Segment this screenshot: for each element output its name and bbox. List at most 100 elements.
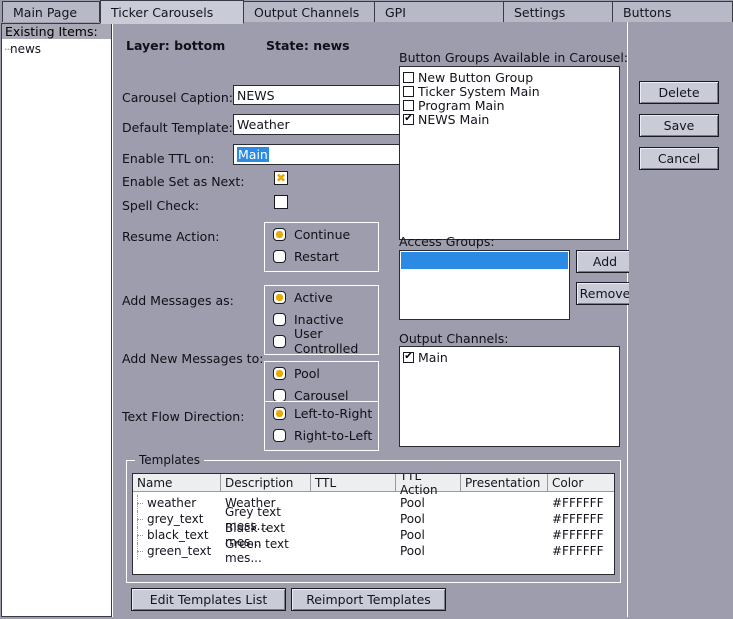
radio-icon bbox=[273, 290, 286, 304]
check-mark-icon: ✔ bbox=[404, 113, 413, 124]
templates-legend: Templates bbox=[135, 453, 205, 467]
list-item[interactable]: ··· news bbox=[2, 39, 111, 56]
radio-option-user-controlled[interactable]: User Controlled bbox=[265, 326, 378, 356]
checkbox-icon[interactable] bbox=[403, 71, 414, 83]
cell-name: grey_text bbox=[133, 511, 221, 527]
tab-label: Ticker Carousels bbox=[111, 4, 214, 20]
save-button[interactable]: Save bbox=[639, 114, 719, 137]
list-item[interactable]: New Button Group bbox=[400, 69, 619, 85]
cell-ttl-action: Pool bbox=[400, 528, 425, 542]
add-messages-as-radio-group: Active Inactive User Controlled bbox=[264, 285, 379, 356]
action-button-column: Delete Save Cancel bbox=[629, 22, 733, 617]
radio-option-right-to-left[interactable]: Right-to-Left bbox=[265, 424, 378, 446]
radio-icon bbox=[273, 312, 286, 326]
access-groups-label: Access Groups: bbox=[399, 234, 495, 249]
radio-icon bbox=[273, 249, 286, 263]
existing-items-title: Existing Items: bbox=[1, 23, 112, 40]
remove-button[interactable]: Remove bbox=[576, 282, 634, 305]
cell-ttl bbox=[311, 511, 396, 527]
cell-ttl bbox=[311, 527, 396, 543]
resume-action-label: Resume Action: bbox=[122, 229, 220, 244]
reimport-templates-button[interactable]: Reimport Templates bbox=[291, 588, 446, 611]
table-row[interactable]: green_text Green text mes... Pool #FFFFF… bbox=[133, 537, 614, 565]
access-groups-list[interactable] bbox=[399, 250, 570, 320]
button-groups-label: Button Groups Available in Carousel: bbox=[399, 50, 629, 65]
add-new-messages-to-label: Add New Messages to: bbox=[122, 351, 264, 366]
table-row[interactable]: weather Weather Pool #FFFFFF bbox=[133, 495, 614, 511]
radio-label: Right-to-Left bbox=[294, 427, 373, 443]
tab-label: Buttons bbox=[623, 4, 672, 20]
radio-label: Active bbox=[294, 289, 333, 305]
radio-icon bbox=[273, 428, 286, 442]
selected-row-highlight[interactable] bbox=[401, 252, 568, 269]
delete-button-label: Delete bbox=[658, 85, 700, 100]
tab-settings[interactable]: Settings bbox=[503, 1, 613, 22]
default-template-value: Weather bbox=[237, 117, 290, 132]
enable-ttl-value: Main bbox=[237, 147, 269, 162]
remove-button-label: Remove bbox=[579, 286, 631, 301]
tab-label: Output Channels bbox=[254, 4, 360, 20]
tree-branch-icon: ··· bbox=[4, 43, 12, 56]
checkbox-icon[interactable] bbox=[403, 99, 414, 111]
tab-gpi[interactable]: GPI bbox=[374, 1, 504, 22]
list-item[interactable]: ✔ Main bbox=[400, 349, 619, 365]
tab-output-channels[interactable]: Output Channels bbox=[243, 1, 375, 22]
radio-option-restart[interactable]: Restart bbox=[265, 245, 378, 267]
tab-label: Settings bbox=[514, 4, 566, 20]
add-button[interactable]: Add bbox=[576, 250, 634, 273]
layer-label: Layer: bottom bbox=[126, 38, 226, 53]
edit-templates-list-button[interactable]: Edit Templates List bbox=[131, 588, 286, 611]
cell-name: weather bbox=[133, 495, 221, 511]
radio-option-active[interactable]: Active bbox=[265, 286, 378, 308]
tab-main-page[interactable]: Main Page bbox=[2, 1, 100, 22]
list-item[interactable]: Program Main bbox=[400, 97, 619, 113]
enable-set-as-next-checkbox[interactable]: ✖ bbox=[274, 171, 288, 185]
add-button-label: Add bbox=[592, 254, 618, 269]
output-channels-list[interactable]: ✔ Main bbox=[399, 346, 620, 447]
table-row[interactable]: grey_text Grey text mess... Pool #FFFFFF bbox=[133, 505, 614, 533]
radio-label: User Controlled bbox=[294, 326, 359, 356]
tab-bar: Main Page Ticker Carousels Output Channe… bbox=[0, 0, 733, 24]
spell-check-label: Spell Check: bbox=[122, 198, 200, 213]
cell-ttl-action: Pool bbox=[400, 544, 425, 558]
radio-label: Restart bbox=[294, 248, 339, 264]
list-item[interactable]: Ticker System Main bbox=[400, 83, 619, 99]
radio-option-left-to-right[interactable]: Left-to-Right bbox=[265, 402, 378, 424]
list-item-label: Program Main bbox=[418, 97, 505, 113]
cell-presentation bbox=[461, 543, 548, 559]
existing-items-list[interactable]: ··· news bbox=[1, 39, 112, 617]
checkbox-icon[interactable]: ✔ bbox=[403, 113, 414, 125]
delete-button[interactable]: Delete bbox=[639, 81, 719, 104]
checkbox-icon[interactable] bbox=[403, 85, 414, 97]
reimport-templates-label: Reimport Templates bbox=[306, 592, 431, 607]
cell-color: #FFFFFF bbox=[552, 512, 604, 526]
edit-templates-list-label: Edit Templates List bbox=[149, 592, 268, 607]
cancel-button[interactable]: Cancel bbox=[639, 147, 719, 170]
table-row[interactable]: black_text Black text mes... Pool #FFFFF… bbox=[133, 521, 614, 549]
table-header: Name Description TTL TTL Action Presenta… bbox=[133, 474, 614, 497]
column-header-description: Description bbox=[221, 474, 311, 491]
tab-label: Main Page bbox=[13, 4, 78, 20]
list-item[interactable]: ✔ NEWS Main bbox=[400, 112, 619, 127]
list-item-label: New Button Group bbox=[418, 69, 534, 85]
list-item-label: Main bbox=[418, 349, 448, 365]
cell-color: #FFFFFF bbox=[552, 496, 604, 510]
tab-label: GPI bbox=[385, 4, 406, 20]
templates-table[interactable]: Name Description TTL TTL Action Presenta… bbox=[132, 473, 615, 575]
cell-color: #FFFFFF bbox=[552, 528, 604, 542]
checkbox-icon[interactable]: ✔ bbox=[403, 351, 414, 363]
text-flow-direction-radio-group: Left-to-Right Right-to-Left bbox=[264, 401, 379, 451]
button-groups-list[interactable]: New Button Group Ticker System Main Prog… bbox=[399, 66, 620, 240]
cell-ttl bbox=[311, 495, 396, 511]
tab-buttons[interactable]: Buttons bbox=[612, 1, 733, 22]
list-item-label: Ticker System Main bbox=[418, 83, 540, 99]
tab-ticker-carousels[interactable]: Ticker Carousels bbox=[100, 0, 244, 24]
spell-check-checkbox[interactable] bbox=[274, 195, 288, 209]
radio-icon bbox=[273, 227, 286, 241]
cell-name: black_text bbox=[133, 527, 221, 543]
resume-action-radio-group: Continue Restart bbox=[264, 222, 379, 272]
radio-option-pool[interactable]: Pool bbox=[265, 362, 378, 384]
column-header-name: Name bbox=[133, 474, 221, 491]
radio-icon bbox=[273, 406, 286, 420]
radio-option-continue[interactable]: Continue bbox=[265, 223, 378, 245]
